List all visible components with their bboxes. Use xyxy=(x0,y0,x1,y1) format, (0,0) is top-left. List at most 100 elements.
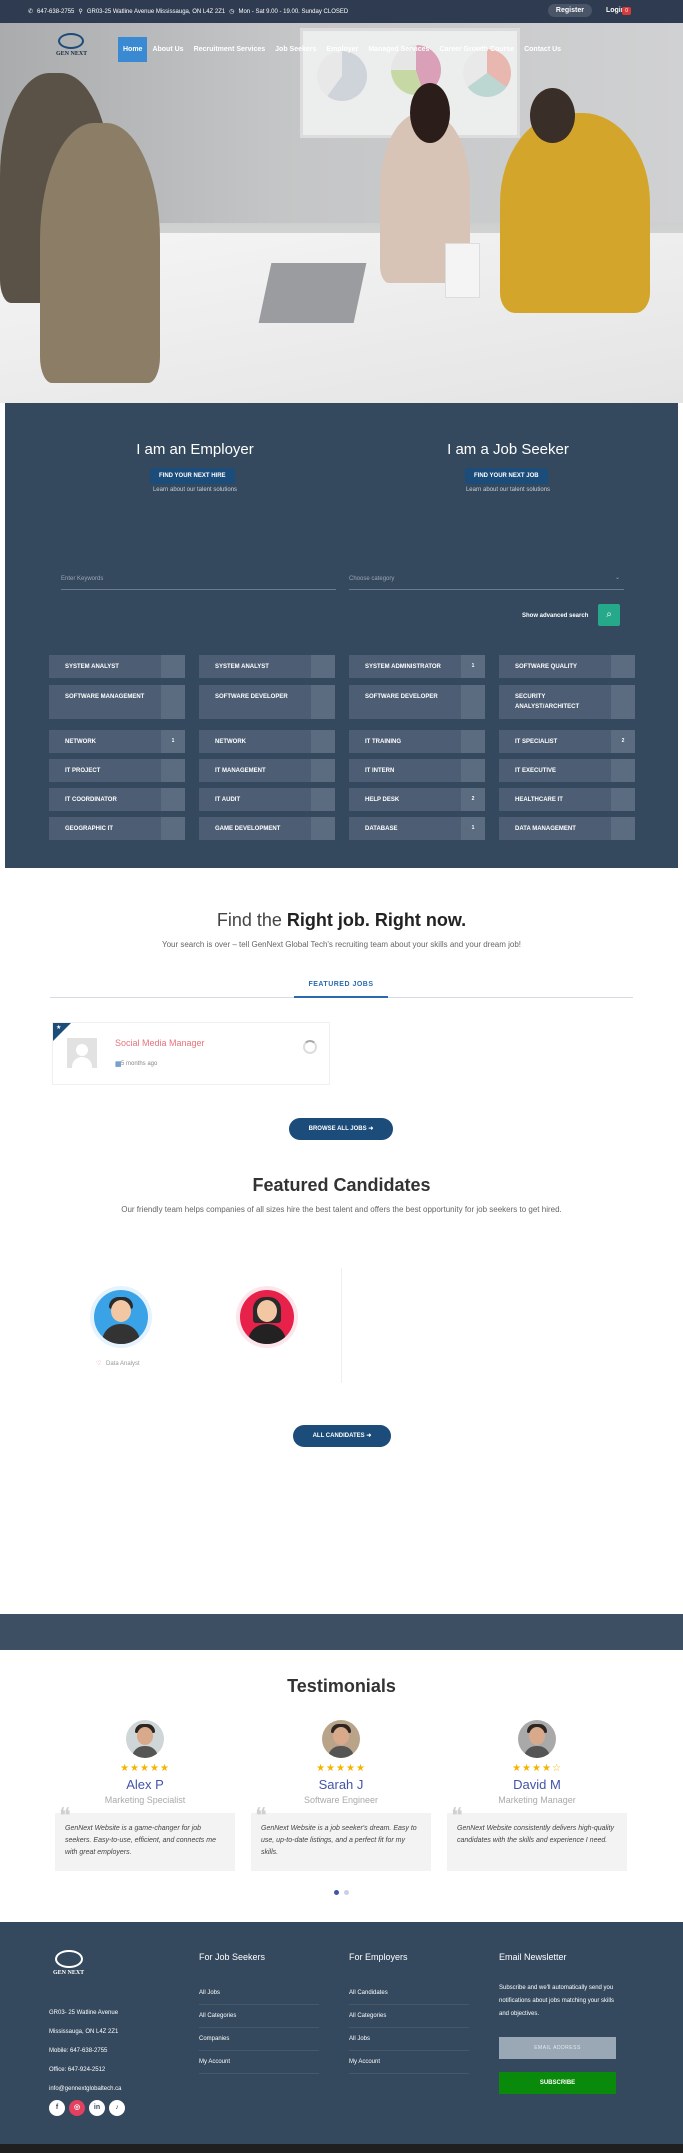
linkedin-icon[interactable]: in xyxy=(89,2100,105,2116)
clock-icon: ◷ xyxy=(229,9,235,15)
location-icon: ⚲ xyxy=(78,9,83,15)
phone-icon: ✆ xyxy=(28,9,34,15)
category-select[interactable]: Choose category ⌄ xyxy=(349,575,624,590)
nav-employer[interactable]: Employer xyxy=(321,37,363,62)
footer-link[interactable]: All Categories xyxy=(199,2005,319,2028)
footer-email[interactable]: info@gennextglobaltech.ca xyxy=(49,2080,121,2099)
carousel-dot-active[interactable] xyxy=(334,1890,339,1895)
category-item[interactable]: SYSTEM ADMINISTRATOR 1 xyxy=(349,655,485,678)
footer-employers: For Employers All Candidates All Categor… xyxy=(349,1952,469,2074)
nav-job-seekers[interactable]: Job Seekers xyxy=(270,37,321,62)
category-count: 1 xyxy=(461,817,485,840)
category-item[interactable]: SYSTEM ANALYST xyxy=(49,655,185,678)
facebook-icon[interactable]: f xyxy=(49,2100,65,2116)
keywords-input[interactable]: Enter Keywords xyxy=(61,576,336,590)
nav-home[interactable]: Home xyxy=(118,36,148,62)
find-job-button[interactable]: FIND YOUR NEXT JOB xyxy=(465,468,548,484)
category-item[interactable]: IT INTERN xyxy=(349,759,485,782)
footer-link[interactable]: My Account xyxy=(349,2051,469,2074)
newsletter-text: Subscribe and we'll automatically send y… xyxy=(499,1985,615,2017)
category-count xyxy=(461,730,485,753)
footer-link[interactable]: Companies xyxy=(199,2028,319,2051)
footer-newsletter: Email Newsletter Subscribe and we'll aut… xyxy=(499,1952,624,2021)
job-title[interactable]: Social Media Manager xyxy=(115,1038,205,1048)
job-date: 5 months ago xyxy=(121,1061,158,1067)
star-rating: ★★★★★ xyxy=(120,1763,170,1774)
quote-icon: ❝ xyxy=(255,1803,267,1828)
testimonial-quote: ❝ GenNext Website is a job seeker's dream… xyxy=(251,1803,431,1871)
category-item[interactable]: SYSTEM ANALYST xyxy=(199,655,335,678)
section-band xyxy=(0,1614,683,1650)
register-button[interactable]: Register xyxy=(547,4,592,17)
category-count xyxy=(161,685,185,719)
star-rating: ★★★★☆ xyxy=(512,1763,562,1774)
footer-contact: GR03- 25 Watline Avenue Mississauga, ON … xyxy=(49,2004,121,2099)
cart-badge[interactable]: 0 xyxy=(622,7,631,15)
category-item[interactable]: IT AUDIT xyxy=(199,788,335,811)
category-item[interactable]: IT SPECIALIST 2 xyxy=(499,730,635,753)
chevron-down-icon: ⌄ xyxy=(614,575,620,581)
testimonial-quote: ❝ GenNext Website consistently delivers h… xyxy=(447,1805,627,1871)
testimonial-avatar xyxy=(126,1720,164,1758)
footer-link[interactable]: All Categories xyxy=(349,2005,469,2028)
category-count xyxy=(161,788,185,811)
category-item[interactable]: SOFTWARE DEVELOPER xyxy=(349,685,485,719)
star-icon: ★ xyxy=(56,1025,62,1031)
site-logo[interactable]: GEN NEXT xyxy=(50,33,106,65)
tiktok-icon[interactable]: ♪ xyxy=(109,2100,125,2116)
candidates-heading: Featured Candidates xyxy=(252,1175,431,1195)
main-nav: GEN NEXT Home About Us Recruitment Servi… xyxy=(50,33,610,65)
nav-managed-services[interactable]: Managed Services xyxy=(363,37,434,62)
category-item[interactable]: NETWORK 1 xyxy=(49,730,185,753)
category-item[interactable]: IT TRAINING xyxy=(349,730,485,753)
all-candidates-button[interactable]: ALL CANDIDATES ➜ xyxy=(293,1425,391,1447)
category-item[interactable]: SECURITY ANALYST/ARCHITECT xyxy=(499,685,635,719)
category-item[interactable]: DATA MANAGEMENT xyxy=(499,817,635,840)
candidate-avatar[interactable] xyxy=(94,1290,148,1344)
category-item[interactable]: SOFTWARE MANAGEMENT xyxy=(49,685,185,719)
category-item[interactable]: HEALTHCARE IT xyxy=(499,788,635,811)
category-item[interactable]: IT EXECUTIVE xyxy=(499,759,635,782)
nav-recruitment[interactable]: Recruitment Services xyxy=(189,37,271,62)
instagram-icon[interactable]: ◎ xyxy=(69,2100,85,2116)
tab-featured-jobs[interactable]: FEATURED JOBS xyxy=(294,981,388,998)
footer-logo[interactable]: GEN NEXT xyxy=(49,1950,93,1984)
search-button[interactable]: ⌕ xyxy=(598,604,620,626)
company-logo xyxy=(67,1038,97,1068)
browse-jobs-button[interactable]: BROWSE ALL JOBS ➜ xyxy=(289,1118,393,1140)
candidate-avatar[interactable] xyxy=(240,1290,294,1344)
category-count xyxy=(611,788,635,811)
testimonial-card: ★★★★☆ David M Marketing Manager ❝ GenNext We… xyxy=(447,1720,627,1871)
employer-sub: Learn about our talent solutions xyxy=(152,487,238,493)
seeker-sub: Learn about our talent solutions xyxy=(465,487,551,493)
category-item[interactable]: HELP DESK 2 xyxy=(349,788,485,811)
social-links: f ◎ in ♪ xyxy=(49,2100,125,2116)
footer-link[interactable]: All Jobs xyxy=(199,1982,319,2005)
footer-link[interactable]: My Account xyxy=(199,2051,319,2074)
category-item[interactable]: GEOGRAPHIC IT xyxy=(49,817,185,840)
category-item[interactable]: DATABASE 1 xyxy=(349,817,485,840)
search-icon: ⌕ xyxy=(606,609,612,620)
footer-link[interactable]: All Jobs xyxy=(349,2028,469,2051)
category-item[interactable]: IT COORDINATOR xyxy=(49,788,185,811)
category-item[interactable]: SOFTWARE DEVELOPER xyxy=(199,685,335,719)
category-item[interactable]: SOFTWARE QUALITY xyxy=(499,655,635,678)
subscribe-button[interactable]: SUBSCRIBE xyxy=(499,2072,616,2094)
nav-about[interactable]: About Us xyxy=(147,37,188,62)
category-count: 1 xyxy=(461,655,485,678)
testimonial-card: ★★★★★ Sarah J Software Engineer ❝ GenNext We… xyxy=(251,1720,431,1871)
newsletter-email-input[interactable]: EMAIL ADDRESS xyxy=(499,2037,616,2059)
category-item[interactable]: IT MANAGEMENT xyxy=(199,759,335,782)
nav-contact[interactable]: Contact Us xyxy=(519,37,566,62)
footer-link[interactable]: All Candidates xyxy=(349,1982,469,2005)
find-hire-button[interactable]: FIND YOUR NEXT HIRE xyxy=(150,468,235,484)
category-item[interactable]: GAME DEVELOPMENT xyxy=(199,817,335,840)
category-item[interactable]: NETWORK xyxy=(199,730,335,753)
carousel-dot[interactable] xyxy=(344,1890,349,1895)
seeker-title: I am a Job Seeker xyxy=(447,441,569,458)
category-item[interactable]: IT PROJECT xyxy=(49,759,185,782)
nav-career-course[interactable]: Career Growth Course xyxy=(434,37,519,62)
testimonial-name: Sarah J xyxy=(318,1777,364,1792)
advanced-search-link[interactable]: Show advanced search xyxy=(522,613,588,619)
job-card[interactable]: ★ Social Media Manager ▦ 5 months ago xyxy=(52,1022,330,1085)
